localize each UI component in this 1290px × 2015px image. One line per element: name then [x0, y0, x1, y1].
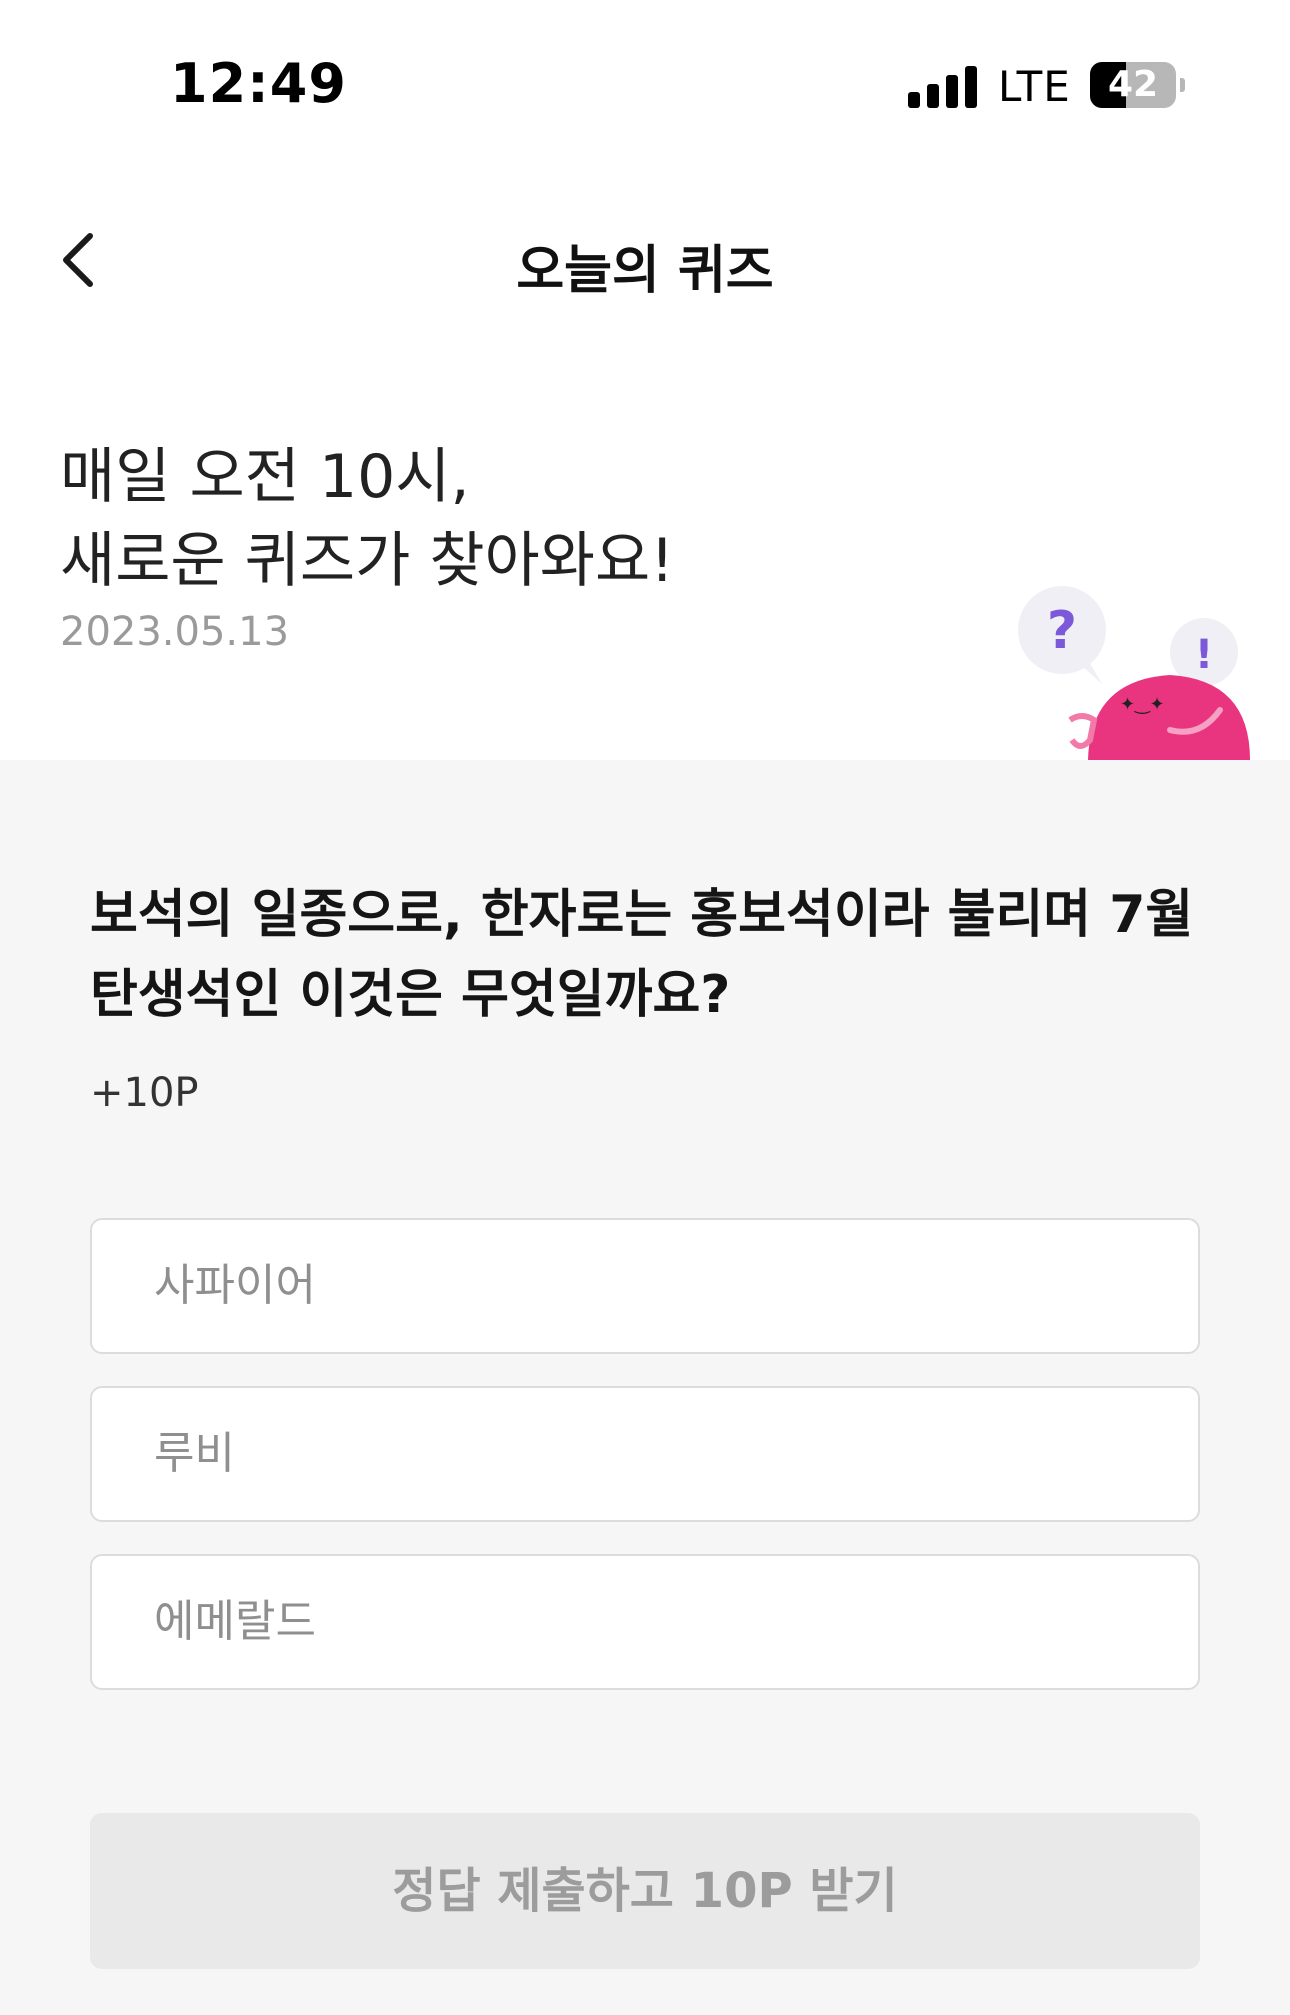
status-time: 12:49 — [170, 52, 347, 115]
quiz-area: 보석의 일종으로, 한자로는 홍보석이라 불리며 7월 탄생석인 이것은 무엇일… — [0, 760, 1290, 2015]
battery-cap — [1180, 78, 1185, 92]
answer-option-2[interactable]: 루비 — [90, 1386, 1200, 1522]
quiz-points: +10P — [90, 1070, 199, 1116]
signal-strength-icon — [908, 64, 978, 108]
quiz-question: 보석의 일종으로, 한자로는 홍보석이라 불리며 7월 탄생석인 이것은 무엇일… — [90, 875, 1210, 1035]
battery-icon: 42 — [1090, 62, 1176, 108]
intro-line-2: 새로운 퀴즈가 찾아와요! — [60, 526, 675, 596]
intro-section: 매일 오전 10시, 새로운 퀴즈가 찾아와요! 2023.05.13 — [60, 435, 960, 655]
mascot-body — [1088, 675, 1250, 760]
quiz-mascot-illustration: ? ! ✦‿✦ — [1018, 586, 1250, 760]
answer-option-label: 에메랄드 — [154, 1596, 316, 1647]
quiz-page: 12:49 LTE 42 오늘의 퀴즈 매일 오전 10시, 새로운 퀴즈가 찾… — [0, 0, 1290, 2015]
status-bar: 12:49 LTE 42 — [0, 0, 1290, 160]
answer-option-3[interactable]: 에메랄드 — [90, 1554, 1200, 1690]
question-bubble-tail — [1080, 660, 1102, 684]
page-title: 오늘의 퀴즈 — [516, 241, 774, 301]
question-mark-icon: ? — [1047, 601, 1077, 661]
intro-line-1: 매일 오전 10시, — [60, 442, 470, 512]
answer-option-label: 사파이어 — [154, 1260, 316, 1311]
nav-header: 오늘의 퀴즈 — [0, 200, 1290, 320]
quiz-date: 2023.05.13 — [60, 609, 290, 655]
network-type: LTE — [998, 62, 1071, 111]
question-line-2: 탄생석인 이것은 무엇일까요? — [90, 965, 731, 1025]
submit-answer-button[interactable]: 정답 제출하고 10P 받기 — [90, 1813, 1200, 1969]
mascot-arm — [1068, 713, 1098, 749]
exclamation-mark-icon: ! — [1195, 632, 1213, 678]
mascot-face: ✦‿✦ — [1120, 694, 1165, 715]
answer-option-1[interactable]: 사파이어 — [90, 1218, 1200, 1354]
question-line-1: 보석의 일종으로, 한자로는 홍보석이라 불리며 7월 — [90, 885, 1194, 945]
battery-percent: 42 — [1107, 64, 1159, 105]
answer-option-label: 루비 — [154, 1428, 235, 1479]
